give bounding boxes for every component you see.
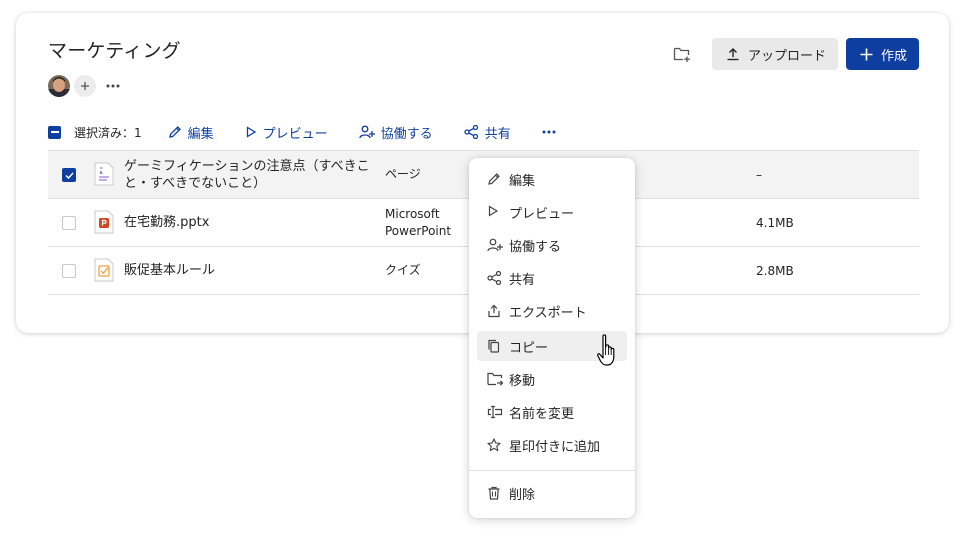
file-name[interactable]: ゲーミフィケーションの注意点（すべきこと・すべきでないこと）: [124, 151, 374, 198]
row-checkbox[interactable]: [62, 264, 76, 278]
rename-icon: [487, 405, 503, 419]
more-icon[interactable]: [106, 84, 120, 88]
menu-item-move[interactable]: 移動: [477, 364, 627, 394]
upload-button[interactable]: アップロード: [711, 38, 838, 70]
row-checkbox[interactable]: [62, 216, 76, 230]
file-name[interactable]: 在宅勤務.pptx: [124, 199, 374, 246]
export-icon: [488, 304, 500, 318]
play-icon: [488, 205, 499, 217]
create-button[interactable]: 作成: [845, 38, 919, 70]
create-label: 作成: [880, 48, 907, 64]
header-actions: アップロード 作成: [666, 38, 919, 70]
file-size: –: [756, 167, 762, 182]
toolbar-share-button[interactable]: 共有: [464, 123, 511, 142]
add-member-button[interactable]: [74, 75, 96, 97]
person-add-icon: [359, 125, 375, 139]
upload-icon: [727, 48, 739, 61]
trash-icon: [488, 486, 500, 500]
hand-cursor-icon: [597, 334, 615, 366]
quiz-icon: [94, 258, 114, 282]
member-list: [48, 75, 120, 97]
move-folder-icon: [487, 372, 503, 386]
select-all-checkbox[interactable]: [48, 125, 61, 139]
menu-item-favorite[interactable]: 星印付きに追加: [477, 430, 627, 460]
star-icon: [487, 438, 501, 452]
menu-item-share[interactable]: 共有: [477, 263, 627, 293]
avatar[interactable]: [48, 75, 70, 97]
menu-item-collaborate[interactable]: 協働する: [477, 230, 627, 260]
menu-item-rename[interactable]: 名前を変更: [477, 397, 627, 427]
powerpoint-icon: [94, 210, 114, 234]
file-size: 2.8MB: [756, 263, 794, 278]
row-checkbox[interactable]: [62, 168, 76, 182]
menu-divider: [469, 470, 635, 471]
page-icon: [94, 162, 114, 186]
person-add-icon: [487, 238, 503, 252]
file-type: ページ: [385, 167, 421, 181]
menu-item-preview[interactable]: プレビュー: [477, 197, 627, 227]
toolbar-preview-button[interactable]: プレビュー: [245, 123, 328, 142]
pencil-icon: [488, 173, 500, 185]
menu-item-export[interactable]: エクスポート: [477, 296, 627, 326]
selection-toolbar: 選択済み：1 編集 プレビュー 協働する 共有: [48, 119, 593, 145]
toolbar-edit-button[interactable]: 編集: [168, 123, 214, 142]
menu-item-delete[interactable]: 削除: [477, 478, 627, 508]
file-name[interactable]: 販促基本ルール: [124, 247, 374, 294]
play-icon: [246, 126, 256, 138]
page-title: マーケティング: [48, 40, 181, 62]
upload-label: アップロード: [747, 48, 826, 64]
toolbar-collaborate-button[interactable]: 協働する: [359, 123, 433, 142]
plus-icon: [860, 48, 873, 60]
file-type: クイズ: [385, 263, 421, 277]
file-type: Microsoft PowerPoint: [385, 206, 452, 238]
toolbar-more-icon[interactable]: [542, 130, 562, 134]
share-icon: [464, 125, 478, 139]
selected-count: 選択済み：1: [74, 125, 142, 140]
menu-item-edit[interactable]: 編集: [477, 164, 627, 194]
share-icon: [487, 271, 502, 285]
new-folder-icon[interactable]: [666, 38, 698, 70]
copy-icon: [488, 339, 500, 353]
pencil-icon: [168, 126, 181, 138]
file-size: 4.1MB: [756, 215, 794, 230]
